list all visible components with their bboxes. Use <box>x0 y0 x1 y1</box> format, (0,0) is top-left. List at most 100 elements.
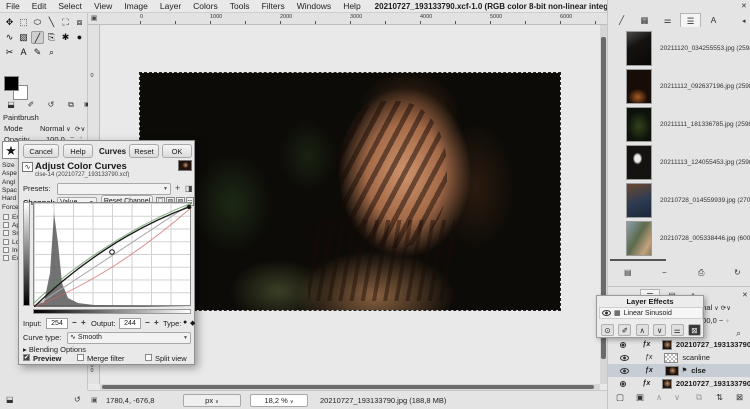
quickmask-toggle-icon[interactable]: ▣ <box>91 396 98 404</box>
blending-options-expander[interactable]: ▸ Blending Options <box>23 345 86 354</box>
layer-visibility-icon[interactable] <box>620 354 629 361</box>
menu-file[interactable]: File <box>0 1 26 11</box>
move-tool-icon[interactable]: ✥ <box>3 16 16 29</box>
merge-filter-checkbox[interactable] <box>77 354 84 361</box>
raise-image-icon[interactable]: ▤ <box>624 268 632 277</box>
gradients-tab-icon[interactable]: ⚌ <box>657 13 678 27</box>
preview-checkbox[interactable]: ✔ <box>23 354 30 361</box>
layer-row-scanline[interactable]: ƒx scanline <box>608 351 750 364</box>
effect-raise-icon[interactable]: ∧ <box>635 324 649 336</box>
layers-dock-close-icon[interactable]: ✕ <box>742 291 748 299</box>
raise-layer-icon[interactable]: ∧ <box>656 392 662 403</box>
menu-select[interactable]: Select <box>52 1 88 11</box>
output-plus-icon[interactable]: + <box>154 318 159 327</box>
rectangle-select-tool-icon[interactable]: ⬚ <box>17 16 30 29</box>
menu-view[interactable]: View <box>88 1 118 11</box>
save-tool-preset-icon[interactable]: ⬓ <box>6 395 14 404</box>
menu-filters[interactable]: Filters <box>256 1 291 11</box>
menu-layer[interactable]: Layer <box>154 1 187 11</box>
smudge-tool-icon[interactable]: ● <box>73 31 86 44</box>
split-view-checkbox[interactable] <box>145 354 152 361</box>
merge-down-icon[interactable]: ⇅ <box>716 392 723 403</box>
point-type-corner-icon[interactable]: ◆ <box>190 319 195 327</box>
undo-history-tab-icon[interactable]: ↺ <box>43 99 59 111</box>
curve-type-dropdown[interactable]: ∿ Smooth ▼ <box>67 332 191 344</box>
patterns-tab-icon[interactable]: ▦ <box>634 13 655 27</box>
menu-windows[interactable]: Windows <box>291 1 337 11</box>
help-button[interactable]: Help <box>63 144 93 158</box>
image-list-item[interactable]: 20211120_034255553.jpg (2598 × 4 <box>608 30 750 68</box>
menu-colors[interactable]: Colors <box>187 1 224 11</box>
layer-visibility-icon[interactable] <box>620 367 629 374</box>
image-list-item[interactable]: 20211111_181336785.jpg (2598 × 46 <box>608 106 750 144</box>
refresh-icon[interactable]: ↻ <box>734 268 741 277</box>
layer-opacity-plus-icon[interactable]: + <box>725 316 729 325</box>
image-list-item[interactable]: 20210728_014559939.jpg (2702 × 3 <box>608 182 750 220</box>
input-value-field[interactable]: 254 <box>46 318 68 329</box>
reset-button[interactable]: Reset <box>129 144 159 158</box>
layer-visibility-icon[interactable] <box>620 380 627 387</box>
layer-fx-badge[interactable]: ƒx <box>642 341 650 348</box>
menu-tools[interactable]: Tools <box>224 1 256 11</box>
expand-checkbox[interactable] <box>3 255 9 261</box>
remove-image-icon[interactable]: − <box>662 268 667 277</box>
transform-tool-icon[interactable]: ⧈ <box>73 16 86 29</box>
menu-image[interactable]: Image <box>118 1 154 11</box>
preset-menu-icon[interactable]: ◨ <box>185 184 193 193</box>
layer-row-bottom[interactable]: ƒx 20210727_193133790 <box>608 377 750 390</box>
output-value-field[interactable]: 244 <box>119 318 141 329</box>
fuzzy-select-tool-icon[interactable]: ╲ <box>45 16 58 29</box>
tab-menu-icon[interactable]: ◂ <box>742 17 746 25</box>
clone-tool-icon[interactable]: ⎘ <box>45 31 58 44</box>
crop-tool-icon[interactable]: ⛶ <box>59 16 72 29</box>
image-list-item[interactable]: 20211112_092637196.jpg (2598 × 46 <box>608 68 750 106</box>
input-plus-icon[interactable]: + <box>81 318 86 327</box>
mode-value[interactable]: Normal <box>40 124 64 133</box>
layer-effect-item[interactable]: ▦ Linear Sinusoid <box>599 307 703 319</box>
mode-switch-icon[interactable]: ⟳∨ <box>75 125 85 133</box>
tool-options-tab-icon[interactable]: ⬓ <box>3 99 19 111</box>
free-select-tool-icon[interactable]: ⬭ <box>31 16 44 29</box>
point-type-smooth-icon[interactable]: ● <box>183 319 187 326</box>
new-group-icon[interactable]: ▣ <box>636 392 644 403</box>
delete-layer-icon[interactable]: ⊠ <box>736 392 743 403</box>
dynamics-checkbox[interactable] <box>3 214 9 220</box>
layer-fx-badge[interactable]: ƒx <box>645 367 653 374</box>
device-status-tab-icon[interactable]: ✐ <box>23 99 39 111</box>
paths-tool-icon[interactable]: ✎ <box>31 46 44 59</box>
zoom-tool-icon[interactable]: ⌕ <box>45 46 58 59</box>
canvas-image[interactable] <box>139 72 561 311</box>
presets-dropdown[interactable]: ▼ <box>57 183 171 195</box>
zoom-select[interactable]: 18,2 % ∨ <box>250 394 308 407</box>
warp-tool-icon[interactable]: ∿ <box>3 31 16 44</box>
layer-effects-flag-icon[interactable]: ⚑ <box>682 367 687 374</box>
ok-button[interactable]: OK <box>162 144 192 158</box>
scissors-select-tool-icon[interactable]: ✂ <box>3 46 16 59</box>
flatten-image-icon[interactable]: ⎙ <box>698 268 704 278</box>
horizontal-ruler[interactable]: 0 1000 2000 3000 4000 5000 6000 <box>88 13 607 25</box>
cancel-button[interactable]: Cancel <box>23 144 59 158</box>
effect-merge-icon[interactable]: ⚌ <box>670 324 684 336</box>
ruler-corner-icon[interactable]: ▣ <box>88 13 100 25</box>
airbrush-tool-icon[interactable]: ✱ <box>59 31 72 44</box>
image-list-item[interactable]: 20210728_005338446.jpg (6000 × <box>608 220 750 258</box>
text-tool-icon[interactable]: A <box>17 46 30 59</box>
buffers-tab-icon[interactable]: ⧉ <box>63 99 79 111</box>
lower-layer-icon[interactable]: ∨ <box>674 392 680 403</box>
foreground-color-swatch[interactable] <box>4 76 19 91</box>
layer-fx-badge[interactable]: ƒx <box>642 380 650 387</box>
gradient-tool-icon[interactable]: ▧ <box>17 31 30 44</box>
layer-opacity-minus-icon[interactable]: − <box>719 316 723 325</box>
image-list-item[interactable]: 20211113_124055453.jpg (2598 × 46 <box>608 144 750 182</box>
brushes-tab-icon[interactable]: ╱ <box>611 13 632 27</box>
smooth-checkbox[interactable] <box>3 230 9 236</box>
images-tab-icon[interactable]: ☰ <box>680 13 701 27</box>
add-preset-icon[interactable]: + <box>175 183 180 193</box>
list-scroll-indicator[interactable] <box>610 259 666 261</box>
layer-mode-switch-icon[interactable]: ⟳∨ <box>721 305 731 312</box>
effect-toggle-visibility-icon[interactable]: ⊙ <box>601 324 614 336</box>
incremental-checkbox[interactable] <box>3 247 9 253</box>
input-minus-icon[interactable]: − <box>72 318 77 327</box>
duplicate-layer-icon[interactable]: ⧉ <box>696 392 702 403</box>
jitter-checkbox[interactable] <box>3 222 9 228</box>
